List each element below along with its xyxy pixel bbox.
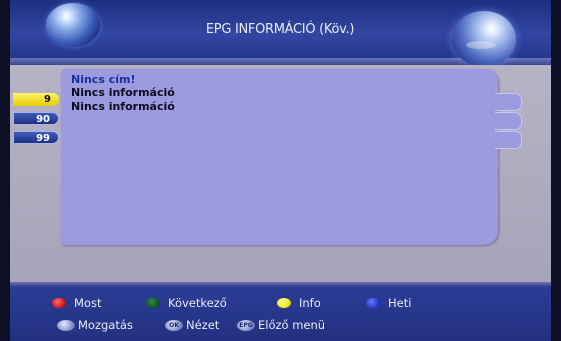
program-info-line: Nincs információ bbox=[71, 86, 175, 99]
nav-key-previous-menu[interactable]: EPG Előző menü bbox=[237, 318, 325, 332]
bubble-decoration-icon bbox=[46, 3, 100, 47]
blue-button-icon bbox=[366, 298, 380, 308]
epg-key-icon: EPG bbox=[237, 319, 255, 331]
program-info-line: Nincs információ bbox=[71, 100, 175, 113]
channel-number-selected[interactable]: 9 bbox=[13, 93, 59, 106]
bubble-decoration-icon bbox=[452, 11, 516, 67]
red-key-most[interactable]: Most bbox=[52, 296, 101, 310]
panel-tab bbox=[495, 131, 522, 149]
red-button-icon bbox=[52, 298, 66, 308]
panel-tab bbox=[495, 93, 522, 111]
legend-label: Nézet bbox=[186, 318, 220, 332]
legend-label: Mozgatás bbox=[78, 318, 133, 332]
yellow-button-icon bbox=[277, 298, 291, 308]
epg-screen: EPG INFORMÁCIÓ (Köv.) Nincs cím! Nincs i… bbox=[0, 0, 561, 341]
ok-key-icon: OK bbox=[165, 319, 183, 331]
legend-label: Következő bbox=[168, 296, 227, 310]
blue-key-weekly[interactable]: Heti bbox=[366, 296, 411, 310]
panel-tab bbox=[495, 112, 522, 130]
channel-number[interactable]: 90 bbox=[13, 112, 59, 125]
legend-label: Info bbox=[299, 296, 321, 310]
yellow-key-info[interactable]: Info bbox=[277, 296, 321, 310]
legend-label: Előző menü bbox=[258, 318, 326, 332]
green-key-next[interactable]: Következő bbox=[146, 296, 227, 310]
channel-number[interactable]: 99 bbox=[13, 131, 59, 144]
green-button-icon bbox=[146, 298, 160, 308]
nav-key-view[interactable]: OK Nézet bbox=[165, 318, 219, 332]
program-title: Nincs cím! bbox=[71, 73, 136, 86]
legend-label: Most bbox=[74, 296, 102, 310]
legend-label: Heti bbox=[388, 296, 412, 310]
arrow-pad-icon bbox=[57, 319, 75, 331]
page-title: EPG INFORMÁCIÓ (Köv.) bbox=[205, 22, 355, 37]
nav-key-move[interactable]: Mozgatás bbox=[57, 318, 133, 332]
